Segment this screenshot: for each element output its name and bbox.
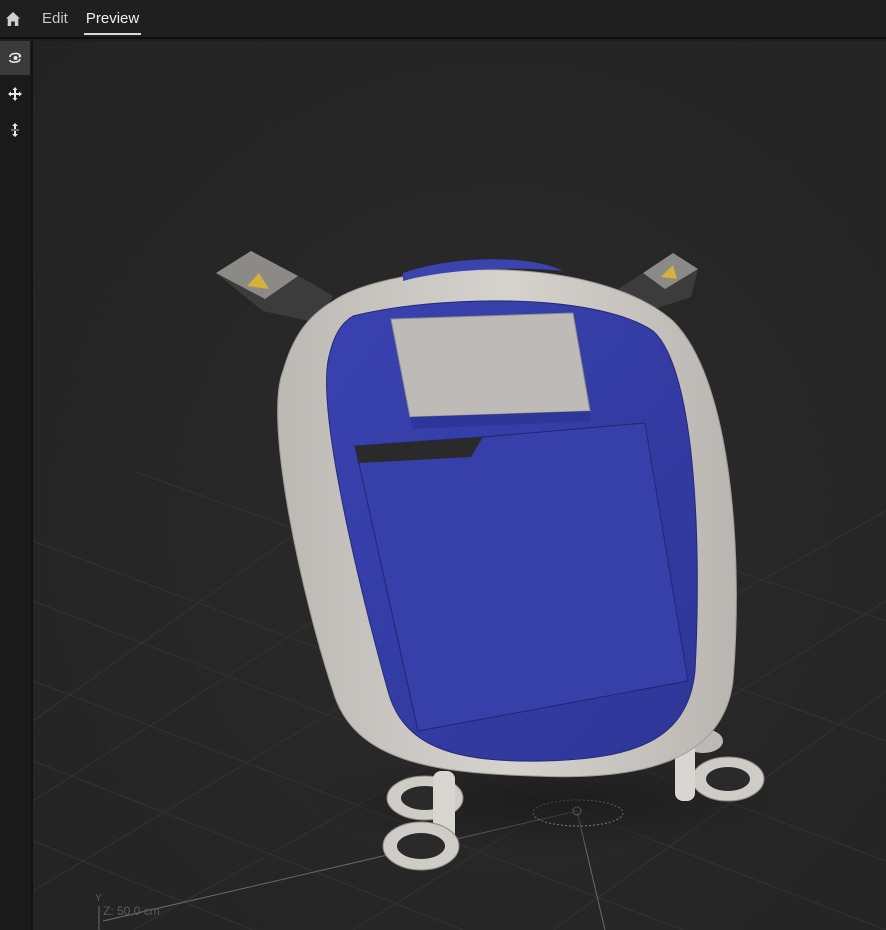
orbit-icon	[8, 52, 22, 63]
tab-edit[interactable]: Edit	[40, 0, 70, 38]
tab-preview[interactable]: Preview	[83, 0, 142, 38]
3d-viewport[interactable]: Y Z: 50,0 cm	[33, 41, 886, 930]
home-icon	[6, 11, 20, 26]
orbit-tool-button[interactable]	[0, 41, 30, 75]
left-handpiece	[216, 251, 333, 323]
axis-y-label: Y	[95, 893, 102, 904]
scene-canvas[interactable]	[33, 41, 886, 930]
dolly-tool-button[interactable]	[0, 113, 30, 147]
wheel-front-left	[382, 821, 460, 871]
home-button[interactable]	[0, 0, 26, 38]
move-icon	[8, 87, 22, 101]
display-screen[interactable]	[390, 312, 591, 418]
axis-z-readout: Z: 50,0 cm	[103, 904, 160, 918]
top-bar: Edit Preview	[0, 0, 886, 39]
dolly-icon	[11, 123, 19, 137]
move-tool-button[interactable]	[0, 77, 30, 111]
tool-sidebar	[0, 41, 33, 930]
